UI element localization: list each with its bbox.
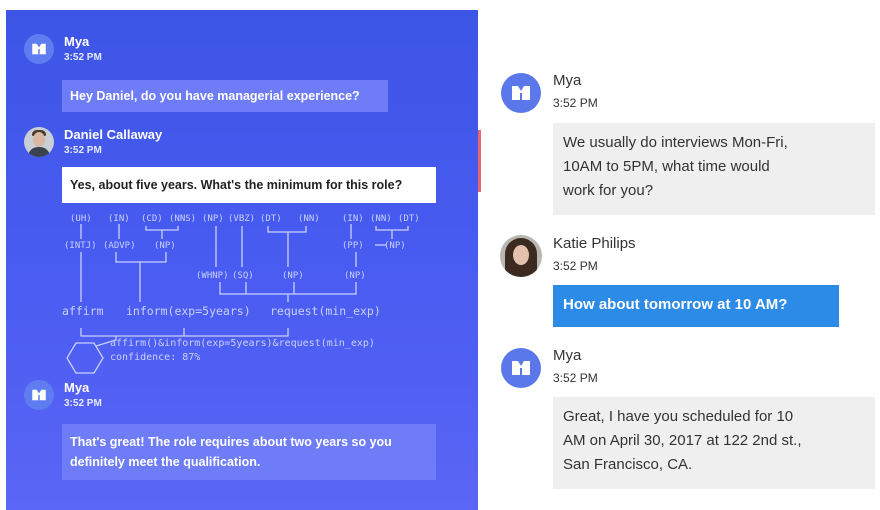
pos-tag: (IN) <box>108 214 130 224</box>
timestamp: 3:52 PM <box>64 398 102 409</box>
mya-avatar <box>501 348 541 388</box>
mya-avatar <box>24 380 54 410</box>
pos-tag: (CD) <box>141 214 163 224</box>
pos-tag: (DT) <box>398 214 420 224</box>
bot-message-bubble: That's great! The role requires about tw… <box>62 424 436 480</box>
sender-name: Mya <box>553 72 582 89</box>
sender-name: Mya <box>64 380 90 395</box>
phrase-tag: (NP) <box>384 241 406 251</box>
message-header: Mya 3:52 PM <box>24 380 102 410</box>
message-line: 10AM to 5PM, what time would <box>563 158 770 175</box>
combined-intent: affirm()&inform(exp=5years)&request(min_… <box>110 338 375 349</box>
sender-name: Katie Philips <box>553 235 636 252</box>
message-line: definitely meet the qualification. <box>70 455 261 469</box>
sub-tag: (NP) <box>282 271 304 281</box>
pos-tag: (NNS) <box>169 214 196 224</box>
message-line: San Francisco, CA. <box>563 456 693 473</box>
dialog-act: request(min_exp) <box>270 304 381 318</box>
sender-name: Mya <box>553 347 582 364</box>
phrase-tag: (PP) <box>342 241 364 251</box>
message-line: We usually do interviews Mon-Fri, <box>563 134 788 151</box>
dialog-act: affirm <box>62 304 104 318</box>
bot-message-bubble: We usually do interviews Mon-Fri, 10AM t… <box>553 123 875 215</box>
dialog-act: inform(exp=5years) <box>126 304 251 318</box>
message-line: work for you? <box>563 182 654 199</box>
pos-tag: (NN) <box>370 214 392 224</box>
confidence-score: confidence: 87% <box>110 352 200 363</box>
pos-tag: (NP) <box>202 214 224 224</box>
sub-tag: (WHNP) <box>196 271 229 281</box>
sub-tag: (NP) <box>344 271 366 281</box>
message-line: Great, I have you scheduled for 10 <box>563 408 794 425</box>
phrase-tag: (ADVP) <box>103 241 136 251</box>
pos-tag: (UH) <box>70 214 92 224</box>
mya-logo-icon <box>32 389 46 401</box>
mya-logo-icon <box>512 86 530 100</box>
sub-tag: (SQ) <box>232 271 254 281</box>
message-line: That's great! The role requires about tw… <box>70 435 392 449</box>
bot-message-bubble: Great, I have you scheduled for 10 AM on… <box>553 397 875 489</box>
timestamp: 3:52 PM <box>553 259 598 273</box>
phrase-tag: (INTJ) <box>64 241 97 251</box>
nlu-demo-panel: Mya 3:52 PM Hey Daniel, do you have mana… <box>6 10 478 510</box>
message-line: AM on April 30, 2017 at 122 2nd st., <box>563 432 802 449</box>
pos-tag: (IN) <box>342 214 364 224</box>
user-message-bubble: How about tomorrow at 10 AM? <box>553 285 839 327</box>
panel-divider <box>478 130 481 192</box>
pos-tag: (NN) <box>298 214 320 224</box>
mya-avatar <box>501 73 541 113</box>
user-avatar <box>500 235 542 277</box>
timestamp: 3:52 PM <box>553 371 598 385</box>
pos-tag: (VBZ) <box>228 214 255 224</box>
pos-tag: (DT) <box>260 214 282 224</box>
timestamp: 3:52 PM <box>553 96 598 110</box>
mya-logo-icon <box>512 361 530 375</box>
phrase-tag: (NP) <box>154 241 176 251</box>
